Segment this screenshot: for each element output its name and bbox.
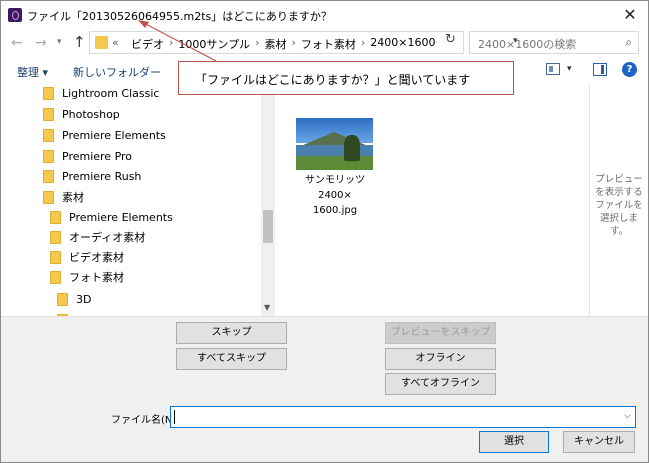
folder-icon — [43, 169, 54, 183]
relink-file-dialog: ファイル「20130526064955.m2ts」はどこにありますか？ ✕ ← … — [0, 0, 649, 463]
file-list: サンモリッツ2400× 1600.jpg — [276, 85, 589, 316]
hidden-path-chevrons[interactable]: « — [112, 36, 119, 49]
breadcrumb-item[interactable]: 素材 — [261, 36, 289, 52]
folder-icon — [50, 250, 61, 264]
up-arrow-icon[interactable]: ↑ — [73, 33, 86, 51]
tree-item-label: 素材 — [62, 191, 84, 204]
tree-item-label: Premiere Elements — [69, 210, 173, 224]
file-thumbnail[interactable] — [296, 118, 373, 170]
folder-icon — [95, 36, 108, 49]
recent-locations-dropdown-icon[interactable]: ▾ — [57, 37, 62, 47]
search-icon[interactable]: ⌕ — [625, 35, 632, 50]
select-button[interactable]: 選択 — [479, 431, 549, 453]
tree-item-label: フォト素材 — [69, 271, 124, 284]
offline-button[interactable]: オフライン — [385, 348, 496, 370]
chevron-right-icon[interactable]: › — [359, 36, 367, 52]
dialog-footer: スキップ すべてスキップ プレビューをスキップ オフライン すべてオフライン フ… — [1, 316, 648, 462]
help-icon[interactable]: ? — [622, 62, 637, 77]
preview-hint: プレビューを表示するファイルを選択します。 — [595, 174, 643, 237]
breadcrumb-item[interactable]: 1000サンプル — [175, 36, 253, 52]
cancel-button[interactable]: キャンセル — [563, 431, 635, 453]
folder-icon — [43, 149, 54, 163]
tree-item-premiere-rush[interactable]: Premiere Rush — [43, 166, 141, 186]
tree-item-3d[interactable]: 3D — [57, 289, 91, 309]
text-caret — [174, 410, 175, 424]
tree-item-label: Premiere Rush — [62, 169, 142, 183]
tree-item-premiere-pro[interactable]: Premiere Pro — [43, 146, 132, 166]
tree-item-premiere-elements[interactable]: Premiere Elements — [43, 125, 166, 145]
breadcrumb-item[interactable]: フォト素材 — [298, 36, 359, 52]
tree-item-video-sozai[interactable]: ビデオ素材 — [50, 247, 124, 267]
tree-item-premiere-elements-sub[interactable]: Premiere Elements — [50, 207, 173, 227]
folder-icon — [50, 270, 61, 284]
back-arrow-icon[interactable]: ← — [11, 35, 23, 51]
search-input[interactable]: 2400×1600の検索 ⌕ — [469, 31, 639, 54]
chevron-right-icon[interactable]: › — [167, 36, 175, 52]
file-name-line2: 1600.jpg — [312, 205, 358, 216]
folder-icon — [50, 210, 61, 224]
offline-all-button[interactable]: すべてオフライン — [385, 373, 496, 395]
tree-item-photoshop[interactable]: Photoshop — [43, 104, 120, 124]
folder-icon — [43, 86, 54, 100]
view-options-icon[interactable] — [546, 63, 560, 75]
chevron-down-icon[interactable]: ⌵ — [624, 411, 631, 421]
navigation-tree: Lightroom Classic Photoshop Premiere Ele… — [1, 85, 261, 316]
scroll-thumb[interactable] — [263, 210, 273, 243]
folder-icon — [43, 190, 54, 204]
tree-item-label: Premiere Pro — [62, 149, 133, 163]
tree-item-audio-sozai[interactable]: オーディオ素材 — [50, 227, 145, 247]
folder-icon — [57, 292, 68, 306]
chevron-right-icon[interactable]: › — [289, 36, 297, 52]
tree-item-label: Lightroom Classic — [62, 86, 160, 100]
annotation-callout: 「ファイルはどこにありますか？」と聞いています — [178, 61, 514, 95]
title-bar: ファイル「20130526064955.m2ts」はどこにありますか？ ✕ — [1, 1, 648, 29]
preview-skip-button[interactable]: プレビューをスキップ — [385, 322, 496, 344]
refresh-icon[interactable]: ↻ — [445, 32, 456, 47]
forward-arrow-icon[interactable]: → — [35, 35, 47, 51]
new-folder-button[interactable]: 新しいフォルダー — [73, 64, 161, 80]
window-title: ファイル「20130526064955.m2ts」はどこにありますか？ — [27, 10, 332, 23]
file-name-line1: サンモリッツ2400× — [305, 175, 365, 201]
premiere-app-icon — [8, 8, 22, 22]
tree-item-label: オーディオ素材 — [69, 231, 146, 244]
preview-pane-icon[interactable] — [593, 63, 607, 76]
close-button[interactable]: ✕ — [620, 5, 640, 25]
tree-item-label: Premiere Elements — [62, 128, 166, 142]
tree-item-label: ビデオ素材 — [69, 251, 124, 264]
folder-icon — [43, 107, 54, 121]
search-placeholder: 2400×1600の検索 — [478, 38, 577, 51]
skip-all-button[interactable]: すべてスキップ — [176, 348, 287, 370]
path-box[interactable]: « ビデオ › 1000サンプル › 素材 › フォト素材 › 2400×160… — [89, 31, 518, 54]
skip-button[interactable]: スキップ — [176, 322, 287, 344]
tree-item-lightroom-classic[interactable]: Lightroom Classic — [43, 85, 159, 103]
callout-text: 「ファイルはどこにありますか？」と聞いています — [195, 73, 471, 87]
filename-field[interactable]: ⌵ — [170, 406, 636, 428]
tree-scrollbar[interactable]: ▲ ▼ — [261, 85, 275, 316]
file-item-label[interactable]: サンモリッツ2400× 1600.jpg — [290, 173, 380, 218]
tree-item-label: Photoshop — [62, 107, 120, 121]
scroll-down-icon[interactable]: ▼ — [264, 303, 270, 312]
folder-icon — [43, 128, 54, 142]
breadcrumb-item[interactable]: ビデオ — [128, 36, 167, 52]
tree-item-photo-sozai[interactable]: フォト素材 — [50, 267, 124, 287]
folder-icon — [50, 230, 61, 244]
organize-menu[interactable]: 整理 ▾ — [17, 64, 48, 80]
tree-item-label: 3D — [76, 292, 92, 306]
address-bar: ← → ▾ ↑ « ビデオ › 1000サンプル › 素材 › フォト素材 › … — [1, 30, 648, 56]
breadcrumb: ビデオ › 1000サンプル › 素材 › フォト素材 › 2400×1600 — [128, 36, 439, 52]
preview-pane: プレビューを表示するファイルを選択します。 — [589, 85, 648, 316]
tree-item-sozai[interactable]: 素材 — [43, 187, 84, 207]
view-dropdown-icon[interactable]: ▾ — [567, 64, 572, 74]
chevron-right-icon[interactable]: › — [253, 36, 261, 52]
breadcrumb-item[interactable]: 2400×1600 — [367, 36, 438, 52]
